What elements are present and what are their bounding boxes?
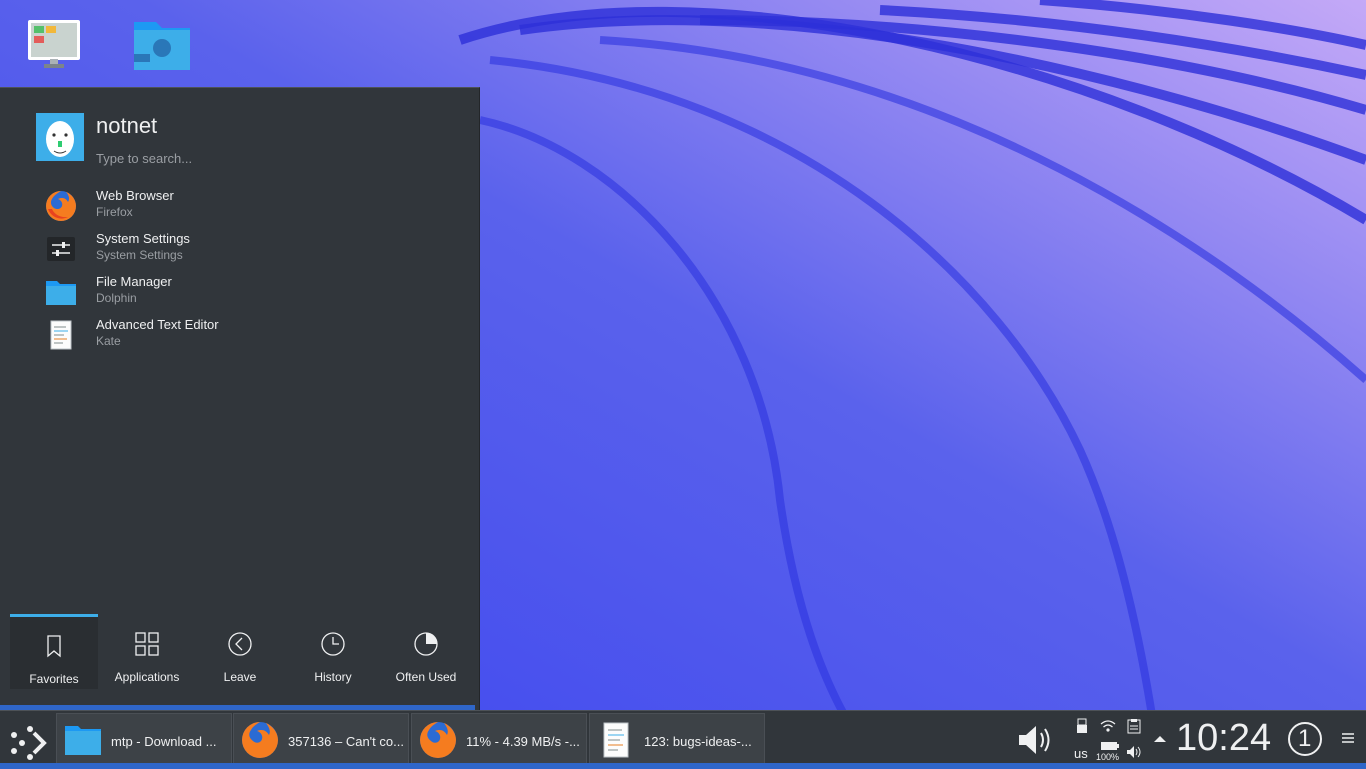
favorite-description: Firefox <box>96 205 133 219</box>
volume-icon[interactable] <box>1016 723 1056 757</box>
username: notnet <box>96 113 158 138</box>
tab-label: Favorites <box>29 672 79 686</box>
task-label: mtp - Download ... <box>111 734 217 749</box>
user-avatar[interactable] <box>36 113 84 161</box>
favorite-name: System Settings <box>96 231 190 246</box>
favorite-item[interactable]: Advanced Text Editor Kate <box>36 314 466 357</box>
task-item[interactable]: mtp - Download ... <box>56 713 232 765</box>
tab-label: Leave <box>223 670 257 684</box>
application-launcher: notnet Web Browser Firefox System Settin… <box>0 87 480 711</box>
volume-small-icon[interactable] <box>1126 744 1142 760</box>
text-editor-icon <box>50 320 72 350</box>
favorite-name: Web Browser <box>96 188 174 203</box>
favorite-description: Kate <box>96 334 121 348</box>
search-input[interactable] <box>96 151 456 166</box>
battery-percent: 100% <box>1096 752 1120 762</box>
firefox-icon <box>420 722 456 758</box>
tab-history[interactable]: History <box>289 615 377 687</box>
favorite-item[interactable]: System Settings System Settings <box>36 228 466 271</box>
virtual-desktop-number: 1 <box>1298 725 1312 752</box>
task-item[interactable]: 123: bugs-ideas-... <box>589 713 765 765</box>
tab-label: Applications <box>114 670 180 684</box>
tab-often-used[interactable]: Often Used <box>382 615 470 687</box>
virtual-desktop-pager[interactable]: 1 <box>1288 722 1322 756</box>
favorite-item[interactable]: File Manager Dolphin <box>36 271 466 314</box>
panel-menu-icon[interactable] <box>1341 731 1355 745</box>
task-label: 357136 – Can't co... <box>288 734 404 749</box>
task-item[interactable]: 11% - 4.39 MB/s -... <box>411 713 587 765</box>
application-launcher-icon[interactable] <box>4 715 50 765</box>
tab-leave[interactable]: Leave <box>196 615 284 687</box>
leave-icon <box>228 632 252 656</box>
favorites-list: Web Browser Firefox System Settings Syst… <box>36 185 466 357</box>
bookmark-icon <box>47 635 61 658</box>
launcher-tabs: Favorites Applications Leave History Oft… <box>10 614 475 689</box>
computer-icon[interactable] <box>22 14 102 94</box>
favorite-item[interactable]: Web Browser Firefox <box>36 185 466 228</box>
folder-icon <box>46 281 76 305</box>
chevron-up-icon[interactable] <box>1153 734 1167 744</box>
task-item[interactable]: 357136 – Can't co... <box>233 713 409 765</box>
favorite-name: File Manager <box>96 274 172 289</box>
taskbar: mtp - Download ... 357136 – Can't co... … <box>0 710 1366 769</box>
favorite-name: Advanced Text Editor <box>96 317 219 332</box>
tab-label: History <box>314 670 352 684</box>
pie-icon <box>414 632 438 656</box>
tab-favorites[interactable]: Favorites <box>10 614 98 689</box>
battery-icon[interactable] <box>1100 741 1120 751</box>
tab-label: Often Used <box>395 670 457 684</box>
task-label: 123: bugs-ideas-... <box>644 734 752 749</box>
clipboard-icon[interactable] <box>1126 718 1142 734</box>
text-editor-icon <box>603 722 629 758</box>
clock-icon <box>321 632 345 656</box>
folder-icon <box>65 726 101 755</box>
digital-clock[interactable]: 10:24 <box>1176 717 1271 760</box>
favorite-description: Dolphin <box>96 291 137 305</box>
settings-icon <box>47 237 75 261</box>
network-folder-icon[interactable] <box>130 14 210 94</box>
firefox-icon <box>242 722 278 758</box>
taskbar-edge <box>0 763 1366 769</box>
wifi-icon[interactable] <box>1100 718 1116 734</box>
task-label: 11% - 4.39 MB/s -... <box>466 734 580 749</box>
usb-device-icon[interactable] <box>1074 718 1090 734</box>
firefox-icon <box>46 191 76 221</box>
favorite-description: System Settings <box>96 248 183 262</box>
grid-icon <box>135 632 159 656</box>
tab-applications[interactable]: Applications <box>103 615 191 687</box>
keyboard-layout[interactable]: us <box>1074 746 1088 761</box>
